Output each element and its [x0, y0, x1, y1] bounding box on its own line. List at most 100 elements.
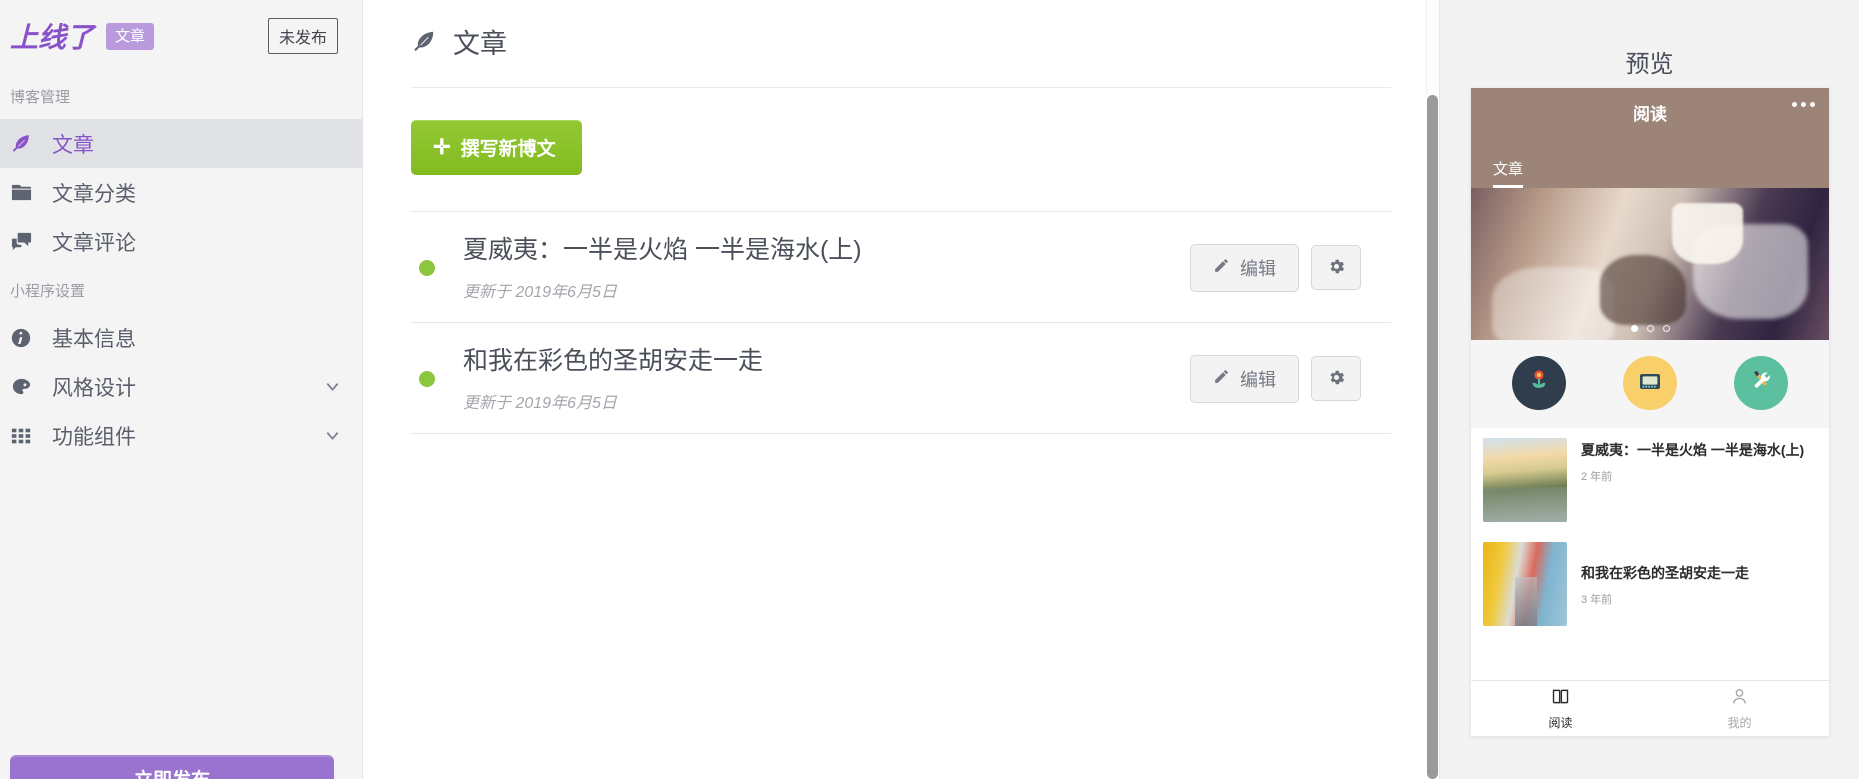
post-text: 夏威夷：一半是火焰 一半是海水(上) 更新于 2019年6月5日 [463, 234, 1190, 302]
phone-app-title: 阅读 [1633, 105, 1667, 124]
publish-state-badge[interactable]: 未发布 [267, 18, 338, 54]
preview-title: 预览 [1625, 51, 1674, 78]
main-inner: 文章 ✛ 撰写新博文 夏威夷：一半是火焰 一半是海水(上) 更新于 2019年6… [411, 0, 1391, 434]
article-title: 和我在彩色的圣胡安走一走 [1581, 565, 1749, 582]
new-post-button[interactable]: ✛ 撰写新博文 [411, 120, 582, 175]
edit-button[interactable]: 编辑 [1190, 354, 1299, 403]
more-dots-icon[interactable] [1792, 102, 1815, 107]
plus-icon: ✛ [433, 136, 451, 159]
pencil-icon [1213, 257, 1230, 279]
phone-article-list: 夏威夷：一半是火焰 一半是海水(上) 2 年前 和我在彩色的圣胡安走一走 3 年… [1471, 428, 1829, 680]
carousel-dots [1471, 325, 1829, 332]
tabbar-item-read[interactable]: 阅读 [1471, 681, 1650, 736]
tools-icon [1745, 365, 1777, 402]
post-updated-at: 更新于 2019年6月5日 [463, 394, 617, 412]
nav-group-title-blog: 博客管理 [10, 89, 71, 106]
post-actions: 编辑 [1190, 354, 1361, 403]
post-title[interactable]: 夏威夷：一半是火焰 一半是海水(上) [463, 234, 1190, 268]
edit-button[interactable]: 编辑 [1190, 243, 1299, 292]
phone-header: 阅读 [1471, 88, 1829, 150]
preview-panel: 预览 阅读 文章 夏威夷：一半是火焰 一半是海水(上) 2 年前 和我在彩色的圣… [1439, 0, 1859, 779]
edit-button-label: 编辑 [1240, 258, 1276, 279]
phone-preview: 阅读 文章 夏威夷：一半是火焰 一半是海水(上) 2 年前 和我在彩色的圣胡安走… [1471, 88, 1829, 736]
info-circle-icon [10, 326, 44, 350]
sidebar-item-label: 风格设计 [52, 376, 136, 400]
article-time: 2 年前 [1581, 470, 1613, 483]
article-time: 3 年前 [1581, 593, 1613, 606]
page-header: 文章 [411, 22, 1391, 88]
settings-button[interactable] [1311, 245, 1361, 291]
post-updated-at: 更新于 2019年6月5日 [463, 283, 617, 301]
nav-group-title-miniapp: 小程序设置 [10, 283, 86, 300]
banner-shape [1599, 254, 1686, 325]
list-item[interactable]: 和我在彩色的圣胡安走一走 3 年前 [1471, 532, 1829, 636]
main-content: 文章 ✛ 撰写新博文 夏威夷：一半是火焰 一半是海水(上) 更新于 2019年6… [363, 0, 1439, 779]
app-root: 上线了 文章 未发布 博客管理 文章 文章分类 文章评论 小程序设置 基本信息 … [0, 0, 1859, 779]
pencil-icon [1213, 368, 1230, 390]
chevron-down-icon[interactable] [323, 377, 342, 396]
settings-button[interactable] [1311, 356, 1361, 402]
book-icon [1550, 686, 1571, 710]
sidebar-item-components[interactable]: 功能组件 [0, 411, 362, 460]
table-row[interactable]: 夏威夷：一半是火焰 一半是海水(上) 更新于 2019年6月5日 编辑 [411, 211, 1391, 322]
tabbar-label: 我的 [1727, 716, 1752, 730]
tabbar-item-mine[interactable]: 我的 [1650, 681, 1829, 736]
article-thumbnail [1483, 438, 1567, 522]
post-list: 夏威夷：一半是火焰 一半是海水(上) 更新于 2019年6月5日 编辑 和我在彩… [411, 211, 1391, 434]
palette-icon [10, 375, 44, 399]
edit-button-label: 编辑 [1240, 369, 1276, 390]
article-title: 夏威夷：一半是火焰 一半是海水(上) [1581, 442, 1805, 458]
sidebar-item-label: 文章评论 [52, 231, 136, 255]
status-badge [419, 259, 435, 276]
carousel-dot[interactable] [1662, 325, 1670, 332]
article-body: 夏威夷：一半是火焰 一半是海水(上) 2 年前 [1581, 438, 1817, 522]
phone-tab-posts[interactable]: 文章 [1493, 158, 1524, 188]
carousel-dot-active[interactable] [1630, 325, 1638, 332]
sidebar-item-label: 基本信息 [52, 327, 136, 351]
quick-icon-flower[interactable] [1511, 356, 1566, 410]
feather-icon [411, 29, 437, 55]
gear-icon [1327, 257, 1346, 279]
sidebar-item-label: 功能组件 [52, 425, 136, 449]
scrollbar[interactable] [1426, 95, 1439, 779]
person-icon [1729, 686, 1750, 710]
publish-now-button[interactable]: 立即发布 [10, 755, 334, 779]
folder-icon [10, 181, 44, 205]
sidebar-item-style-design[interactable]: 风格设计 [0, 362, 362, 411]
table-row[interactable]: 和我在彩色的圣胡安走一走 更新于 2019年6月5日 编辑 [411, 321, 1391, 434]
sidebar-item-posts[interactable]: 文章 [0, 119, 362, 168]
phone-tabs: 文章 [1471, 150, 1829, 188]
new-post-button-label: 撰写新博文 [460, 139, 556, 160]
phone-banner-carousel[interactable] [1471, 188, 1829, 340]
sidebar-item-categories[interactable]: 文章分类 [0, 168, 362, 217]
article-thumbnail [1483, 542, 1567, 626]
phone-tabbar: 阅读 我的 [1471, 680, 1829, 736]
quick-icon-tools[interactable] [1734, 356, 1789, 410]
sidebar-item-label: 文章分类 [52, 182, 136, 206]
scrollbar-track [1426, 0, 1439, 95]
carousel-dot[interactable] [1646, 325, 1654, 332]
tv-icon [1634, 365, 1666, 402]
scrollbar-thumb[interactable] [1427, 95, 1438, 779]
sidebar-item-basic-info[interactable]: 基本信息 [0, 313, 362, 362]
sidebar: 上线了 文章 未发布 博客管理 文章 文章分类 文章评论 小程序设置 基本信息 … [0, 0, 363, 779]
flower-icon [1523, 365, 1555, 402]
post-title[interactable]: 和我在彩色的圣胡安走一走 [463, 345, 1190, 379]
phone-quick-icons [1471, 340, 1829, 428]
brand-row: 上线了 文章 未发布 [0, 0, 362, 72]
sidebar-item-comments[interactable]: 文章评论 [0, 217, 362, 266]
feather-icon [10, 132, 44, 156]
brand-logo[interactable]: 上线了 [10, 16, 94, 56]
tabbar-label: 阅读 [1548, 716, 1573, 730]
post-text: 和我在彩色的圣胡安走一走 更新于 2019年6月5日 [463, 345, 1190, 413]
list-item[interactable]: 夏威夷：一半是火焰 一半是海水(上) 2 年前 [1471, 428, 1829, 532]
article-body: 和我在彩色的圣胡安走一走 3 年前 [1581, 561, 1817, 607]
quick-icon-tv[interactable] [1622, 356, 1677, 410]
brand-tag: 文章 [106, 22, 155, 50]
sidebar-item-label: 文章 [52, 133, 94, 157]
gear-icon [1327, 368, 1346, 390]
comments-icon [10, 230, 44, 254]
grid-icon [10, 424, 44, 448]
banner-shape [1671, 203, 1744, 264]
chevron-down-icon[interactable] [323, 426, 342, 445]
